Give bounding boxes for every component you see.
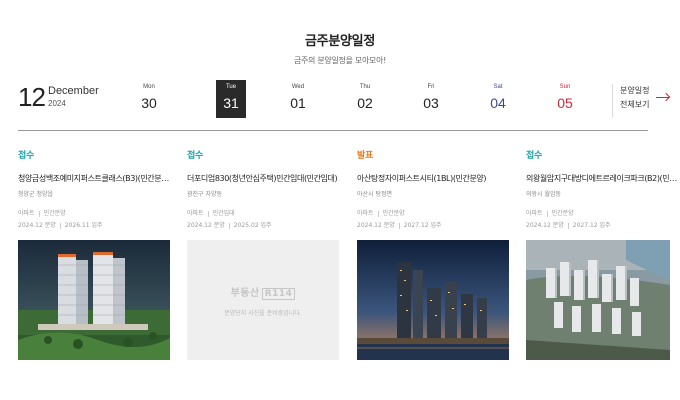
listing-type-row: 아파트 민간분양 [18,210,66,217]
status-badge: 접수 [18,151,34,161]
day-sun[interactable]: Sun 05 [550,80,580,118]
listing-cards: 접수 청양금성백조예미지퍼스트클래스(B3)(민간분양) 청양군 청양읍 아파트… [18,148,678,368]
listing-type-row: 아파트 민간분양 [526,210,574,217]
listing-dates-row: 2024.12 분양 2025.02 입주 [187,222,272,229]
day-tue[interactable]: Tue 31 [216,80,246,118]
section-subtitle: 금주의 분양일정을 모아모아! [293,56,387,65]
current-month: December [48,85,99,97]
listing-location: 의왕시 월암동 [526,191,562,198]
arrow-right-icon [656,97,669,98]
listing-name[interactable]: 의왕월암지구대방디에트르레이크파크(B2)(민간분양) [526,173,678,184]
listing-dates-row: 2024.12 분양 2026.11 입주 [18,222,103,229]
listing-location: 아산시 탕정면 [357,191,393,198]
listing-photo[interactable] [357,240,509,360]
listing-type-row: 아파트 민간임대 [187,210,235,217]
divider [612,84,613,118]
current-day: 12 [18,82,46,112]
view-all-link[interactable]: 분양일정 전체보기 [620,84,669,112]
status-badge: 발표 [357,151,373,161]
listing-dates-row: 2024.12 분양 2027.12 입주 [526,222,611,229]
listing-name[interactable]: 더포디엄830(청년안심주택)민간임대(민간임대) [187,173,339,184]
day-mon[interactable]: Mon 30 [134,80,164,118]
status-badge: 접수 [187,151,203,161]
listing-card[interactable]: 발표 아산탕정자이퍼스트시티(1BL)(민간분양) 아산시 탕정면 아파트 민간분… [357,148,509,360]
day-fri[interactable]: Fri 03 [416,80,446,118]
placeholder-text: 분양단지 사진을 준비중입니다. [224,309,302,317]
status-badge: 접수 [526,151,542,161]
listing-location: 청양군 청양읍 [18,191,54,198]
listing-name[interactable]: 아산탕정자이퍼스트시티(1BL)(민간분양) [357,173,509,184]
r114-logo: 부동산 R114 [231,284,296,300]
listing-photo[interactable] [526,240,678,360]
listing-photo-placeholder[interactable]: 부동산 R114 분양단지 사진을 준비중입니다. [187,240,339,360]
day-sat[interactable]: Sat 04 [483,80,513,118]
listing-name[interactable]: 청양금성백조예미지퍼스트클래스(B3)(민간분양) [18,173,170,184]
listing-card[interactable]: 접수 더포디엄830(청년안심주택)민간임대(민간임대) 광진구 자양동 아파트… [187,148,339,360]
listing-dates-row: 2024.12 분양 2027.12 입주 [357,222,442,229]
section-title: 금주분양일정 [305,34,375,49]
week-date-bar: 12 December 2024 Mon 30 Tue 31 Wed 01 Th… [18,80,669,124]
section-header: 금주분양일정 금주의 분양일정을 모아모아! [0,30,680,66]
listing-card[interactable]: 접수 의왕월암지구대방디에트르레이크파크(B2)(민간분양) 의왕시 월암동 아… [526,148,678,360]
current-year: 2024 [48,99,66,108]
listing-photo[interactable] [18,240,170,360]
divider-line [18,130,648,131]
listing-type-row: 아파트 민간분양 [357,210,405,217]
listing-location: 광진구 자양동 [187,191,223,198]
day-thu[interactable]: Thu 02 [350,80,380,118]
listing-card[interactable]: 접수 청양금성백조예미지퍼스트클래스(B3)(민간분양) 청양군 청양읍 아파트… [18,148,170,360]
day-wed[interactable]: Wed 01 [283,80,313,118]
